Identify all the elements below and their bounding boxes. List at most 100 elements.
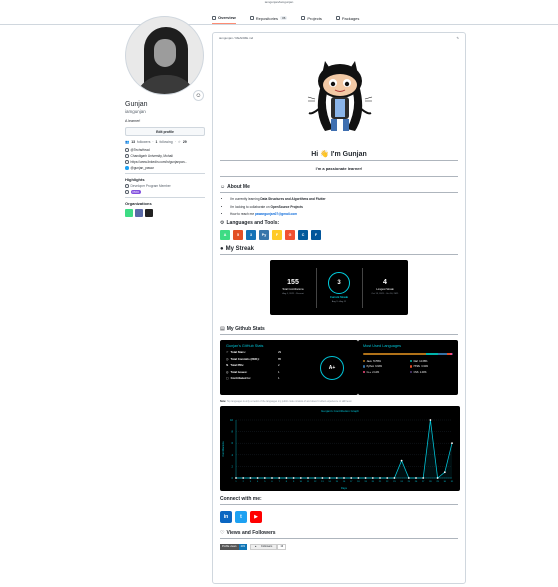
heading-rule	[220, 176, 458, 177]
pencil-icon[interactable]: ✎	[456, 36, 459, 40]
languages-heading: ⚙ Languages and Tools:	[220, 219, 280, 226]
stat-row: ▢ Contributed to: 1	[226, 376, 280, 380]
avatar[interactable]	[125, 16, 204, 95]
data-point	[357, 476, 360, 479]
readme-path[interactable]: iamgunjan / README.md	[219, 36, 253, 40]
youtube-icon[interactable]: ▶	[250, 510, 262, 523]
firebase-icon[interactable]: F	[272, 229, 282, 240]
streak-card: 155 Total Contributions Aug 1, 2021 - Pr…	[270, 259, 408, 315]
android-icon[interactable]: A	[220, 229, 230, 240]
data-point	[422, 476, 425, 479]
views-heading: ♡ Views and Followers	[220, 529, 276, 536]
legend-item: C++ 2.12%	[363, 371, 406, 374]
tab-overview[interactable]: Overview	[212, 12, 236, 24]
python-icon[interactable]: Py	[259, 229, 269, 240]
data-point	[285, 476, 288, 479]
data-point	[371, 476, 374, 479]
set-status-button[interactable]: ☺	[193, 90, 204, 101]
stars-count[interactable]: 29	[183, 140, 187, 144]
tab-repositories[interactable]: Repositories 36	[249, 12, 288, 24]
twitter-icon[interactable]: t	[235, 510, 247, 523]
x-tick-label: 16	[343, 481, 346, 483]
contribution-graph: Gunjan's Contribution Graph 0 2 4 6 8 10 1 2 3 4 5…	[220, 405, 460, 491]
streak-ring: 3	[328, 271, 350, 294]
profile-bio: A learner!	[125, 119, 141, 123]
legend-dot	[410, 359, 413, 363]
y-tick-label: 0	[232, 476, 234, 480]
org-avatar[interactable]	[135, 209, 143, 217]
org-avatar[interactable]	[125, 209, 133, 217]
highlight-item: Developer Program Member	[125, 184, 205, 188]
heading-rule	[220, 253, 458, 255]
data-point	[292, 476, 295, 479]
list-item: I'm looking to collaborate on OpenSource…	[230, 205, 458, 209]
followers-badge[interactable]: ● Followers 13	[249, 543, 287, 550]
data-point	[364, 476, 367, 479]
edit-profile-button[interactable]: Edit profile	[125, 127, 205, 136]
following-count[interactable]: 1	[156, 140, 158, 144]
connect-heading: Connect with me:	[220, 495, 262, 502]
x-tick-label: 27	[422, 481, 425, 483]
data-point	[415, 476, 417, 479]
x-axis-label: Days	[341, 486, 348, 490]
followers-count[interactable]: 13	[131, 140, 135, 144]
legend-item: Dart 12.68%	[410, 360, 453, 363]
x-tick-label: 25	[408, 481, 411, 483]
x-tick-label: 6	[271, 481, 273, 483]
tab-packages[interactable]: Packages	[335, 12, 359, 24]
flutter-icon[interactable]: F	[311, 229, 321, 240]
data-point	[256, 476, 259, 479]
cplusplus-icon[interactable]: C	[298, 229, 308, 240]
x-tick-label: 1	[235, 481, 237, 483]
github-icon: ●	[220, 245, 224, 252]
html5-icon[interactable]: 5	[233, 229, 243, 240]
y-tick-label: 2	[232, 464, 234, 468]
profile-username: iamgunjan	[125, 109, 146, 114]
followers-label[interactable]: followers	[137, 140, 150, 144]
chart-icon: ▤	[220, 325, 225, 332]
series-area	[236, 419, 452, 478]
data-point	[350, 476, 353, 479]
y-tick-label: 4	[232, 452, 234, 456]
css3-icon[interactable]: 3	[246, 229, 256, 240]
badges-row: Profile views 203 ● Followers 13	[220, 543, 458, 550]
data-point	[242, 476, 245, 479]
person-icon: ☺	[220, 184, 226, 190]
heart-icon: ♡	[220, 529, 225, 536]
tools-icon: ⚙	[220, 219, 225, 226]
data-point	[249, 476, 252, 479]
legend-item: Python 9.93%	[363, 365, 406, 368]
streak-heading: ● My Streak	[220, 245, 254, 252]
org-list	[125, 209, 205, 217]
tab-projects[interactable]: Projects	[301, 12, 322, 24]
linkedin-icon[interactable]: in	[220, 510, 232, 523]
star-icon	[125, 190, 129, 194]
sidebar-divider	[125, 173, 205, 174]
following-label[interactable]: following	[159, 140, 172, 144]
lang-bar-segment	[437, 352, 447, 355]
pro-highlight: PRO	[125, 190, 205, 194]
vcard-website[interactable]: https://www.linkedin.com/in/gunjanpan...	[125, 160, 205, 164]
language-icons: A 5 3 Py F G C F	[220, 229, 458, 240]
vcard-org[interactable]: @TechsHead	[125, 148, 205, 152]
stat-row: ◎ Total Issues: 1	[226, 369, 280, 374]
org-avatar[interactable]	[145, 209, 153, 217]
profile-views-badge[interactable]: Profile views 203	[220, 543, 247, 550]
language-bar	[363, 352, 453, 355]
about-heading: ☺ About Me	[220, 184, 250, 190]
data-point	[379, 476, 381, 479]
at-icon	[125, 148, 129, 152]
divider	[316, 267, 317, 308]
vcard-details: @TechsHead Chandigarh University, Mohali…	[125, 148, 205, 170]
dev-program-icon	[125, 184, 129, 188]
legend-item: Java 70.55%	[363, 360, 406, 363]
email-link[interactable]: pawargunjan07@gmail.com	[255, 212, 297, 216]
x-tick-label: 26	[415, 481, 418, 483]
heading-rule	[220, 192, 458, 193]
list-item: How to reach me pawargunjan07@gmail.com	[230, 212, 458, 216]
x-tick-label: 23	[393, 481, 396, 483]
y-axis-label: Contributions	[221, 440, 225, 456]
vcard-twitter[interactable]: @gunjan_pawar	[125, 166, 205, 170]
git-icon[interactable]: G	[285, 229, 295, 240]
data-point	[335, 476, 338, 479]
